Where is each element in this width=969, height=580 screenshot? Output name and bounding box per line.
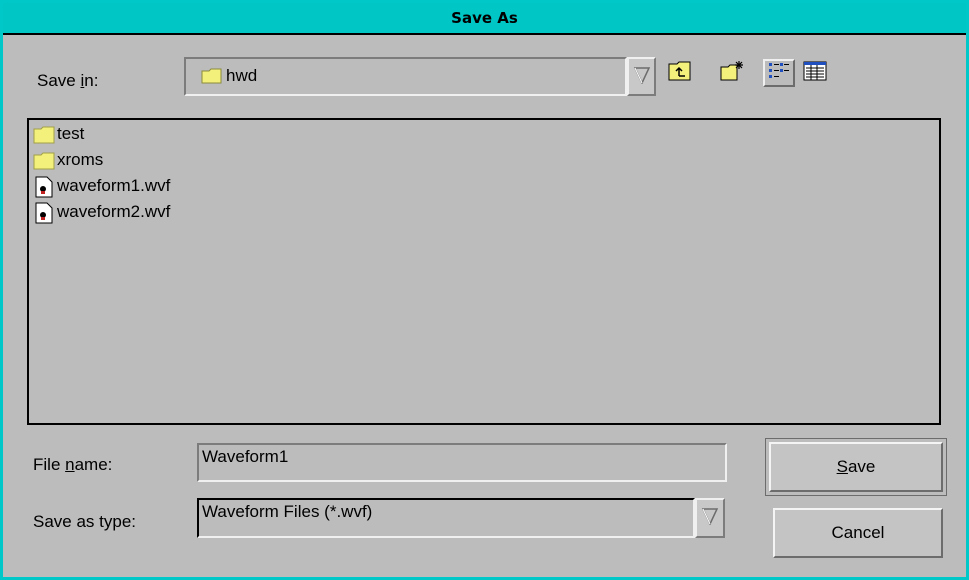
file-name-input[interactable]: Waveform1 xyxy=(197,443,727,482)
list-item-file-waveform1[interactable]: waveform1.wvf xyxy=(33,174,170,198)
create-new-folder-button[interactable] xyxy=(718,59,746,87)
file-name-value: Waveform1 xyxy=(202,447,289,466)
list-view-icon xyxy=(768,61,790,85)
save-as-type-value: Waveform Files (*.wvf) xyxy=(202,502,373,521)
title-bar: Save As xyxy=(3,3,966,35)
save-as-type-label: Save as type: xyxy=(33,512,137,531)
details-view-icon xyxy=(803,61,827,85)
up-one-level-button[interactable] xyxy=(666,59,694,87)
file-name: xroms xyxy=(57,150,104,169)
list-item-folder-xroms[interactable]: xroms xyxy=(33,148,103,172)
save-in-value: hwd xyxy=(226,66,258,85)
folder-icon xyxy=(33,124,55,144)
file-name: test xyxy=(57,124,85,143)
save-as-type-select[interactable]: Waveform Files (*.wvf) xyxy=(197,498,695,538)
folder-icon xyxy=(201,68,223,88)
file-list[interactable]: test xroms waveform1.wvf waveform2.wvf xyxy=(27,118,941,425)
chevron-down-icon xyxy=(633,66,651,88)
new-folder-icon xyxy=(720,60,744,86)
list-item-folder-test[interactable]: test xyxy=(33,122,84,146)
save-button[interactable]: Save xyxy=(769,442,943,492)
file-name-label: File name: xyxy=(33,455,113,474)
save-in-dropdown-button[interactable] xyxy=(627,57,656,96)
window-title: Save As xyxy=(451,9,518,27)
waveform-file-icon xyxy=(33,176,55,198)
file-name: waveform2.wvf xyxy=(57,202,171,221)
details-view-button[interactable] xyxy=(800,59,830,87)
waveform-file-icon xyxy=(33,202,55,224)
folder-icon xyxy=(33,150,55,170)
chevron-down-icon xyxy=(701,507,719,529)
save-as-type-dropdown-button[interactable] xyxy=(695,498,725,538)
list-view-button[interactable] xyxy=(763,59,795,87)
save-in-label: Save in: xyxy=(37,71,99,90)
list-item-file-waveform2[interactable]: waveform2.wvf xyxy=(33,200,170,224)
save-in-combo[interactable]: hwd xyxy=(184,57,627,96)
save-as-dialog: Save As Save in: hwd test xroms waveform… xyxy=(3,3,966,577)
folder-up-icon xyxy=(668,60,692,86)
cancel-button[interactable]: Cancel xyxy=(773,508,943,558)
file-name: waveform1.wvf xyxy=(57,176,171,195)
